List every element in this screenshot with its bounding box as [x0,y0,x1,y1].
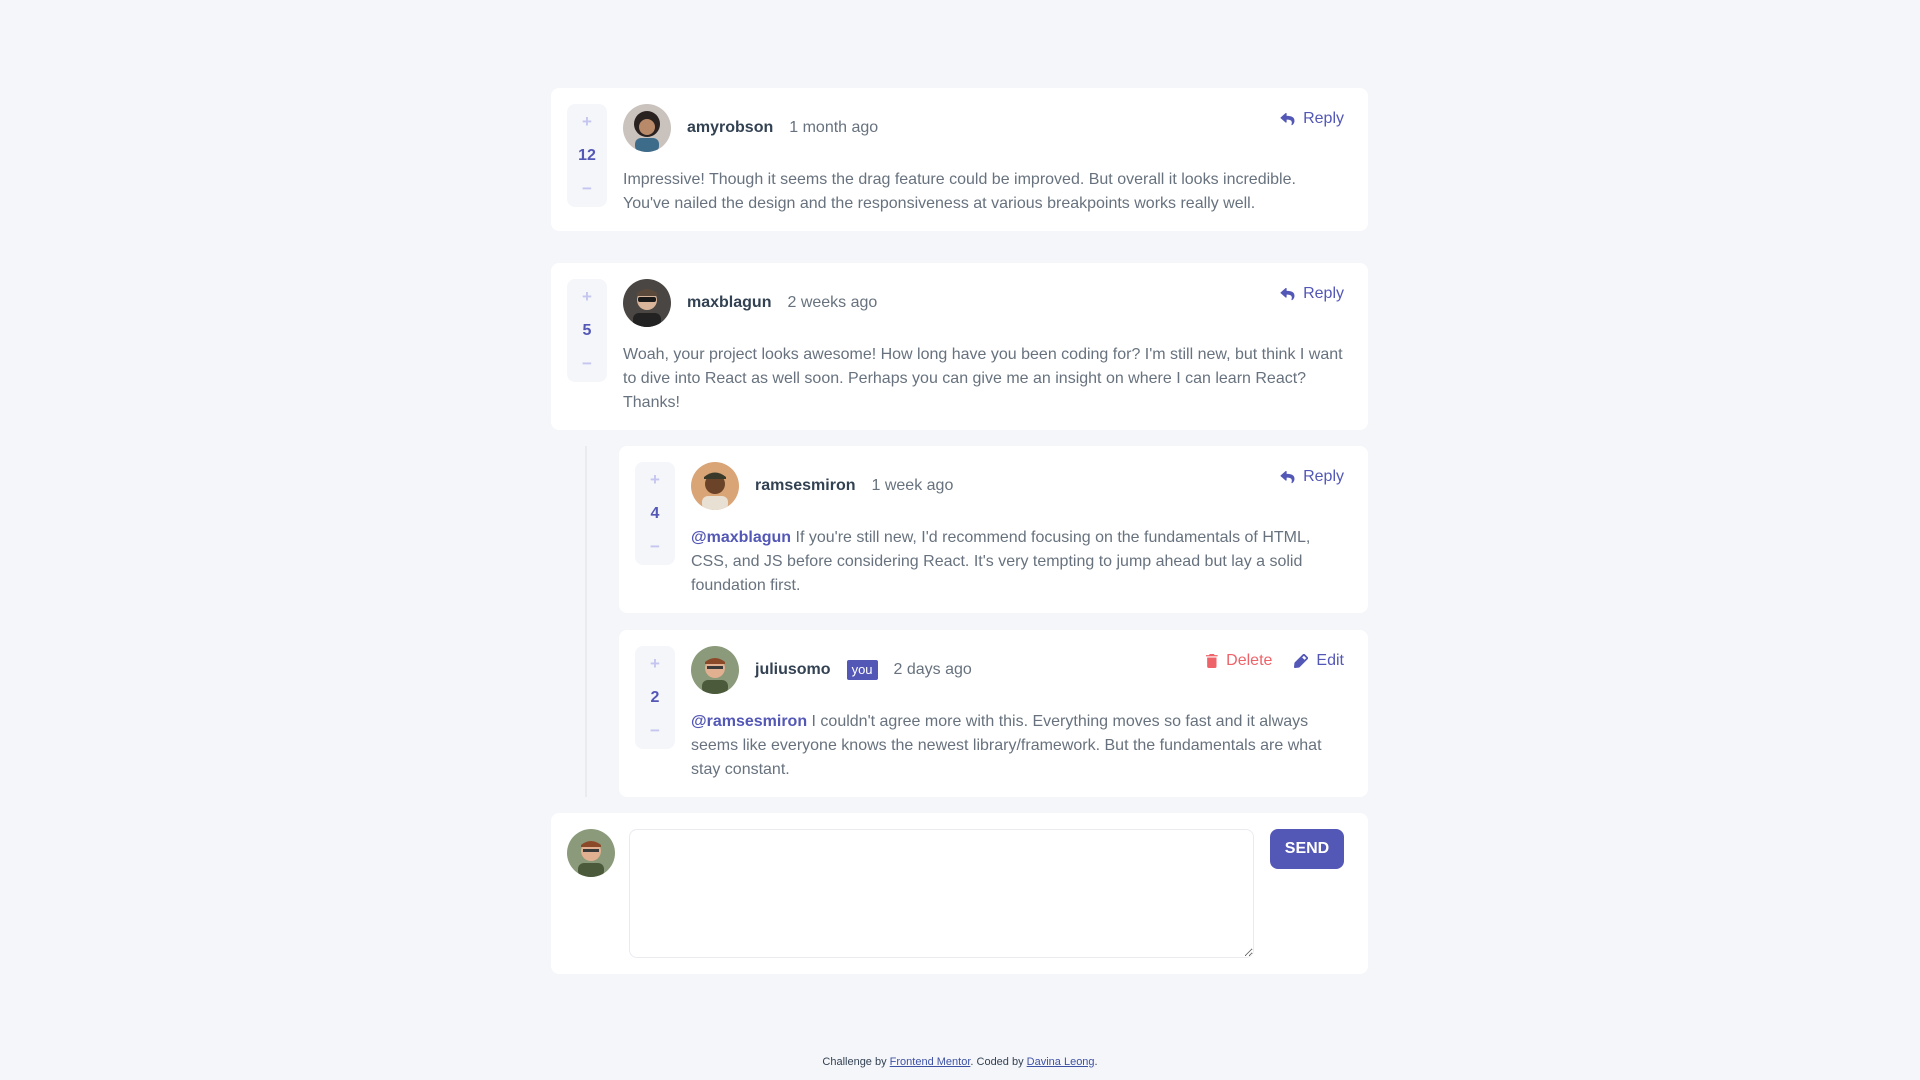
downvote-button[interactable]: − [582,178,592,200]
you-badge: you [846,660,878,680]
vote-box: + 2 − [635,646,675,749]
current-user-avatar [567,829,615,877]
edit-label: Edit [1316,652,1344,669]
comment-header: amyrobson 1 month ago [623,104,1352,152]
reply-card: + 2 − juliusomo you 2 days ago @ramsesmi… [619,630,1368,797]
author-link[interactable]: Davina Leong [1027,1056,1095,1068]
comment-actions: Reply [1280,285,1344,303]
user-avatar-icon [567,829,615,877]
comment-card: + 5 − maxblagun 2 weeks ago Woah, your p… [551,263,1368,430]
comment-body: maxblagun 2 weeks ago Woah, your project… [623,279,1352,414]
score: 4 [650,504,660,522]
mention-link[interactable]: @ramsesmiron [691,713,807,730]
replies-thread: + 4 − ramsesmiron 1 week ago @maxblagun … [585,446,1368,797]
user-avatar-icon [691,646,739,694]
downvote-button[interactable]: − [582,353,592,375]
avatar [691,646,739,694]
reply-button[interactable]: Reply [1280,110,1344,128]
upvote-button[interactable]: + [650,469,660,491]
vote-box: + 12 − [567,104,607,207]
score: 5 [582,321,592,339]
vote-box: + 5 − [567,279,607,382]
user-avatar-icon [623,279,671,327]
comment-text: Impressive! Though it seems the drag fea… [623,171,1296,212]
avatar [623,104,671,152]
downvote-button[interactable]: − [650,720,660,742]
comment-text: Woah, your project looks awesome! How lo… [623,346,1343,411]
send-button[interactable]: SEND [1270,829,1344,869]
reply-icon [1280,112,1295,125]
comment-header: maxblagun 2 weeks ago [623,279,1352,327]
username[interactable]: amyrobson [687,119,773,137]
reply-label: Reply [1303,110,1344,127]
footer-prefix: Challenge by [822,1056,890,1068]
add-comment-form: SEND [551,813,1368,974]
comment-text: @maxblagun If you're still new, I'd reco… [691,526,1352,598]
footer-suffix: . [1094,1056,1098,1068]
upvote-button[interactable]: + [582,111,592,133]
reply-button[interactable]: Reply [1280,285,1344,303]
avatar [691,462,739,510]
comment-text: @ramsesmiron I couldn't agree more with … [691,710,1352,782]
footer: Challenge by Frontend Mentor. Coded by D… [0,1056,1920,1068]
user-avatar-icon [623,104,671,152]
reply-label: Reply [1303,468,1344,485]
score: 12 [578,146,596,164]
username[interactable]: juliusomo [755,661,831,679]
upvote-button[interactable]: + [582,286,592,308]
reply-icon [1280,287,1295,300]
timestamp: 1 month ago [789,119,879,136]
comment-actions: Reply [1280,468,1344,486]
vote-box: + 4 − [635,462,675,565]
username[interactable]: ramsesmiron [755,477,856,495]
reply-label: Reply [1303,285,1344,302]
user-avatar-icon [691,462,739,510]
frontend-mentor-link[interactable]: Frontend Mentor [890,1056,971,1068]
timestamp: 2 weeks ago [787,294,878,311]
comment-actions: Delete Edit [1206,652,1344,670]
pencil-icon [1294,654,1309,668]
timestamp: 2 days ago [893,661,972,678]
comment-input[interactable] [629,829,1254,958]
comment-body: amyrobson 1 month ago Impressive! Though… [623,104,1352,215]
delete-button[interactable]: Delete [1206,652,1272,670]
reply-card: + 4 − ramsesmiron 1 week ago @maxblagun … [619,446,1368,613]
comments-section: + 12 − amyrobson 1 month ago Impressive!… [551,88,1368,974]
timestamp: 1 week ago [871,477,954,494]
edit-button[interactable]: Edit [1294,652,1344,670]
comment-card: + 12 − amyrobson 1 month ago Impressive!… [551,88,1368,231]
comment-actions: Reply [1280,110,1344,128]
reply-button[interactable]: Reply [1280,468,1344,486]
reply-icon [1280,470,1295,483]
footer-middle: . Coded by [970,1056,1027,1068]
comment-body: ramsesmiron 1 week ago @maxblagun If you… [691,462,1352,597]
username[interactable]: maxblagun [687,294,771,312]
upvote-button[interactable]: + [650,653,660,675]
delete-label: Delete [1226,652,1273,669]
downvote-button[interactable]: − [650,536,660,558]
comment-header: ramsesmiron 1 week ago [691,462,1352,510]
trash-icon [1206,654,1218,668]
mention-link[interactable]: @maxblagun [691,529,791,546]
score: 2 [650,688,660,706]
avatar [623,279,671,327]
